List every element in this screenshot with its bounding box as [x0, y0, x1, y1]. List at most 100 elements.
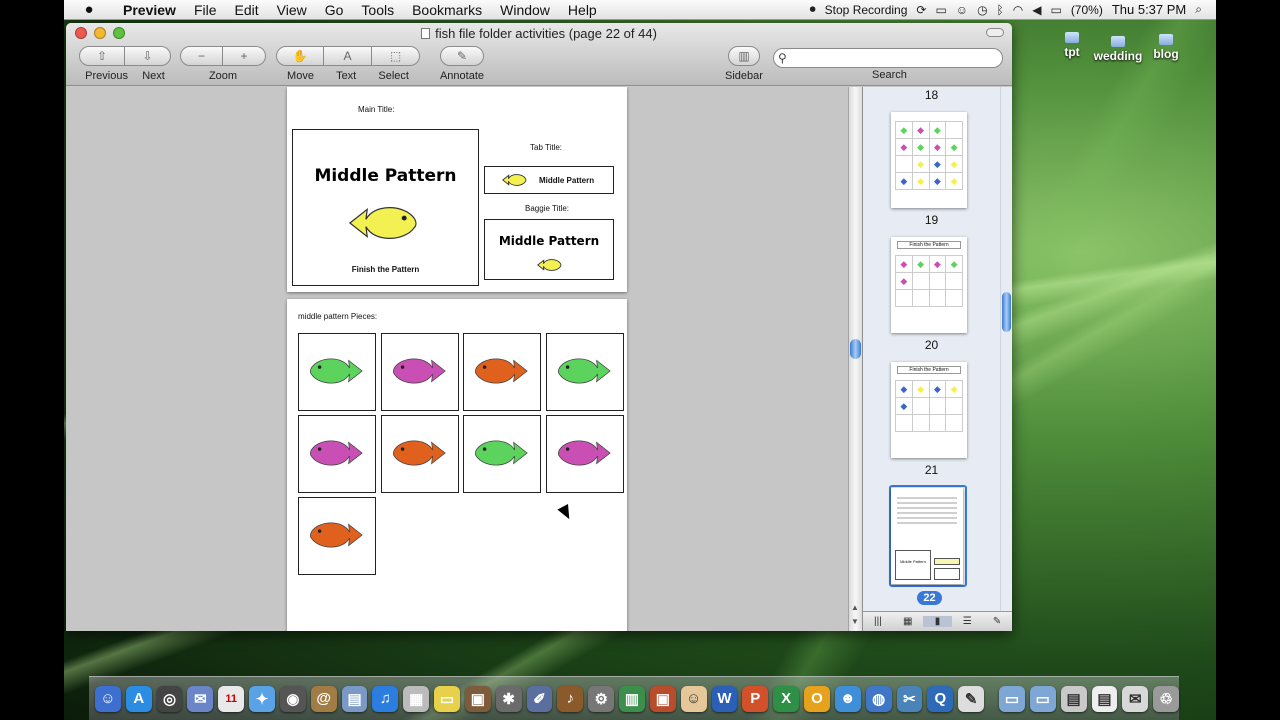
sidebar-annotate-icon[interactable]: ✎ — [982, 616, 1012, 627]
itunes-icon[interactable]: ♫ — [372, 685, 399, 712]
downloads-stack-icon[interactable]: ▤ — [1060, 685, 1087, 712]
thumbnail-page-20[interactable]: Finish the Pattern ◆ ◆ ◆ ◆ ◆ — [891, 237, 967, 333]
face-app-icon[interactable]: ☺ — [680, 685, 707, 712]
thumb-cell — [912, 290, 929, 306]
apple-menu-icon[interactable]: ● — [64, 1, 114, 18]
pattern-piece-card — [298, 333, 376, 411]
stickies-icon[interactable]: ▭ — [434, 685, 460, 712]
menu-window[interactable]: Window — [491, 2, 559, 18]
address-book-icon[interactable]: @ — [310, 685, 337, 712]
tab-title-card: Middle Pattern — [484, 166, 614, 194]
thumb-mini-baggie — [934, 568, 960, 580]
thumbnail-page-22[interactable]: Middle Pattern — [891, 488, 963, 584]
scroll-down-arrow-icon[interactable]: ▼ — [851, 617, 859, 626]
magenta-fish-image — [308, 433, 366, 476]
numbers-icon[interactable]: ▥ — [619, 685, 645, 712]
menu-tools[interactable]: Tools — [352, 2, 403, 18]
next-button[interactable]: ⇩ — [125, 46, 171, 66]
excel-icon[interactable]: X — [773, 685, 800, 712]
facetime-icon[interactable]: ◉ — [279, 685, 306, 712]
stop-recording-label[interactable]: Stop Recording — [825, 3, 908, 17]
finder-icon[interactable]: ☺ — [95, 685, 121, 712]
thumbnail-page-21[interactable]: Finish the Pattern ◆ ◆ ◆ ◆ ◆ — [891, 362, 967, 458]
contact-sheet-icon[interactable]: ▦ — [893, 616, 923, 627]
applications-folder-icon[interactable]: ▭ — [999, 685, 1025, 712]
time-machine-icon[interactable]: ◷ — [977, 3, 987, 17]
menu-help[interactable]: Help — [559, 2, 606, 18]
messenger-icon[interactable]: ☻ — [834, 685, 861, 712]
outlook-icon[interactable]: O — [804, 685, 830, 712]
toolbar-toggle-button[interactable] — [986, 28, 1004, 37]
thumbnails-view-icon[interactable]: ▮ — [922, 616, 953, 627]
document-scrollbar[interactable]: ▲ ▼ — [848, 87, 862, 631]
sidebar-scroll-thumb[interactable] — [1002, 292, 1011, 332]
thumb-cell — [929, 273, 946, 289]
text-cursor-icon: A — [343, 49, 352, 63]
document-scroll-thumb[interactable] — [850, 339, 861, 359]
scroll-up-arrow-icon[interactable]: ▲ — [851, 603, 859, 612]
app-store-icon[interactable]: A — [125, 685, 152, 712]
thumb-cell — [946, 122, 962, 138]
search-input[interactable] — [773, 48, 1003, 68]
word-icon[interactable]: W — [711, 685, 738, 712]
brush-icon[interactable]: ✐ — [526, 685, 553, 712]
documents-folder-icon[interactable]: ▭ — [1029, 685, 1056, 712]
document-view[interactable]: Main Title: Middle Pattern Finish the Pa… — [66, 87, 848, 631]
mail-icon[interactable]: ✉ — [187, 685, 214, 712]
main-card-title: Middle Pattern — [314, 166, 457, 186]
zoom-out-button[interactable]: − — [180, 46, 223, 66]
menu-clock[interactable]: Thu 5:37 PM — [1112, 2, 1186, 17]
menu-bookmarks[interactable]: Bookmarks — [403, 2, 491, 18]
sidebar-scrollbar[interactable] — [1000, 87, 1012, 611]
list-view-icon[interactable]: ☰ — [952, 616, 982, 627]
powerpoint-icon[interactable]: P — [742, 685, 769, 712]
sidebar-toggle-button[interactable]: ▥ — [728, 46, 760, 66]
text-tool-button[interactable]: A — [324, 46, 372, 66]
folder-icon — [1065, 32, 1079, 43]
menu-app-name[interactable]: Preview — [114, 2, 185, 18]
select-tool-button[interactable]: ⬚ — [372, 46, 420, 66]
system-preferences-icon[interactable]: ⚙ — [588, 685, 615, 712]
bluetooth-icon[interactable]: ᛒ — [997, 3, 1004, 17]
safari-icon[interactable]: ✦ — [249, 685, 275, 712]
document-stack-icon[interactable]: ▤ — [1091, 685, 1118, 712]
volume-icon[interactable]: ◀ — [1032, 3, 1041, 17]
xcode-icon[interactable]: ✱ — [495, 685, 522, 712]
menu-file[interactable]: File — [185, 2, 226, 18]
user-icon[interactable]: ☺ — [956, 3, 968, 17]
thumbnail-page-19[interactable]: ◆ ◆ ◆ ◆ ◆ ◆ ◆ ◆ ◆ ◆ ◆ ◆ ◆ ◆ — [891, 112, 967, 208]
garageband-icon[interactable]: ♪ — [557, 685, 584, 712]
sidebar-resize-icon[interactable]: ||| — [863, 616, 893, 627]
annotate-button[interactable]: ✎ — [440, 46, 484, 66]
ical-icon[interactable]: 11 — [218, 685, 245, 712]
wifi-icon[interactable]: ◠ — [1013, 3, 1023, 17]
thumb-grid: ◆ ◆ ◆ ◆ ◆ ◆ ◆ ◆ ◆ ◆ ◆ ◆ ◆ ◆ — [895, 121, 963, 190]
dashboard-icon[interactable]: ◎ — [156, 685, 183, 712]
page-number-18: 18 — [924, 88, 939, 102]
preview-app-icon[interactable]: ▤ — [341, 685, 368, 712]
previous-button[interactable]: ⇧ — [79, 46, 125, 66]
photo-booth-icon[interactable]: ▣ — [649, 685, 676, 712]
mail-stack-icon[interactable]: ✉ — [1122, 685, 1149, 712]
thumb-cell: ◆ — [929, 381, 946, 397]
thumb-cell: ◆ — [946, 156, 962, 172]
iphoto-icon[interactable]: ▣ — [464, 685, 491, 712]
display-icon[interactable]: ▭ — [935, 3, 946, 17]
menu-view[interactable]: View — [268, 2, 316, 18]
thumbnail-sidebar: 18 ◆ ◆ ◆ ◆ ◆ ◆ ◆ ◆ ◆ ◆ ◆ ◆ ◆ ◆ 19 Finish the Pattern … — [862, 87, 1012, 631]
stop-recording-icon[interactable]: ⏺ — [810, 2, 816, 17]
sync-icon[interactable]: ⟳ — [916, 3, 926, 17]
battery-icon[interactable]: ▭ — [1050, 3, 1061, 17]
utilities-icon[interactable]: ✂ — [896, 685, 923, 712]
network-icon[interactable]: ◍ — [865, 685, 892, 712]
menu-edit[interactable]: Edit — [226, 2, 268, 18]
desktop-icon-blog[interactable]: blog — [1136, 34, 1196, 61]
menu-go[interactable]: Go — [316, 2, 353, 18]
zoom-in-button[interactable]: + — [223, 46, 266, 66]
trash-icon[interactable]: ♲ — [1153, 685, 1179, 712]
textedit-icon[interactable]: ✎ — [958, 685, 985, 712]
move-tool-button[interactable]: ✋ — [276, 46, 324, 66]
calculator-icon[interactable]: ▦ — [403, 685, 430, 712]
spotlight-icon[interactable]: ⌕ — [1195, 2, 1202, 17]
quicktime-icon[interactable]: Q — [927, 685, 954, 712]
